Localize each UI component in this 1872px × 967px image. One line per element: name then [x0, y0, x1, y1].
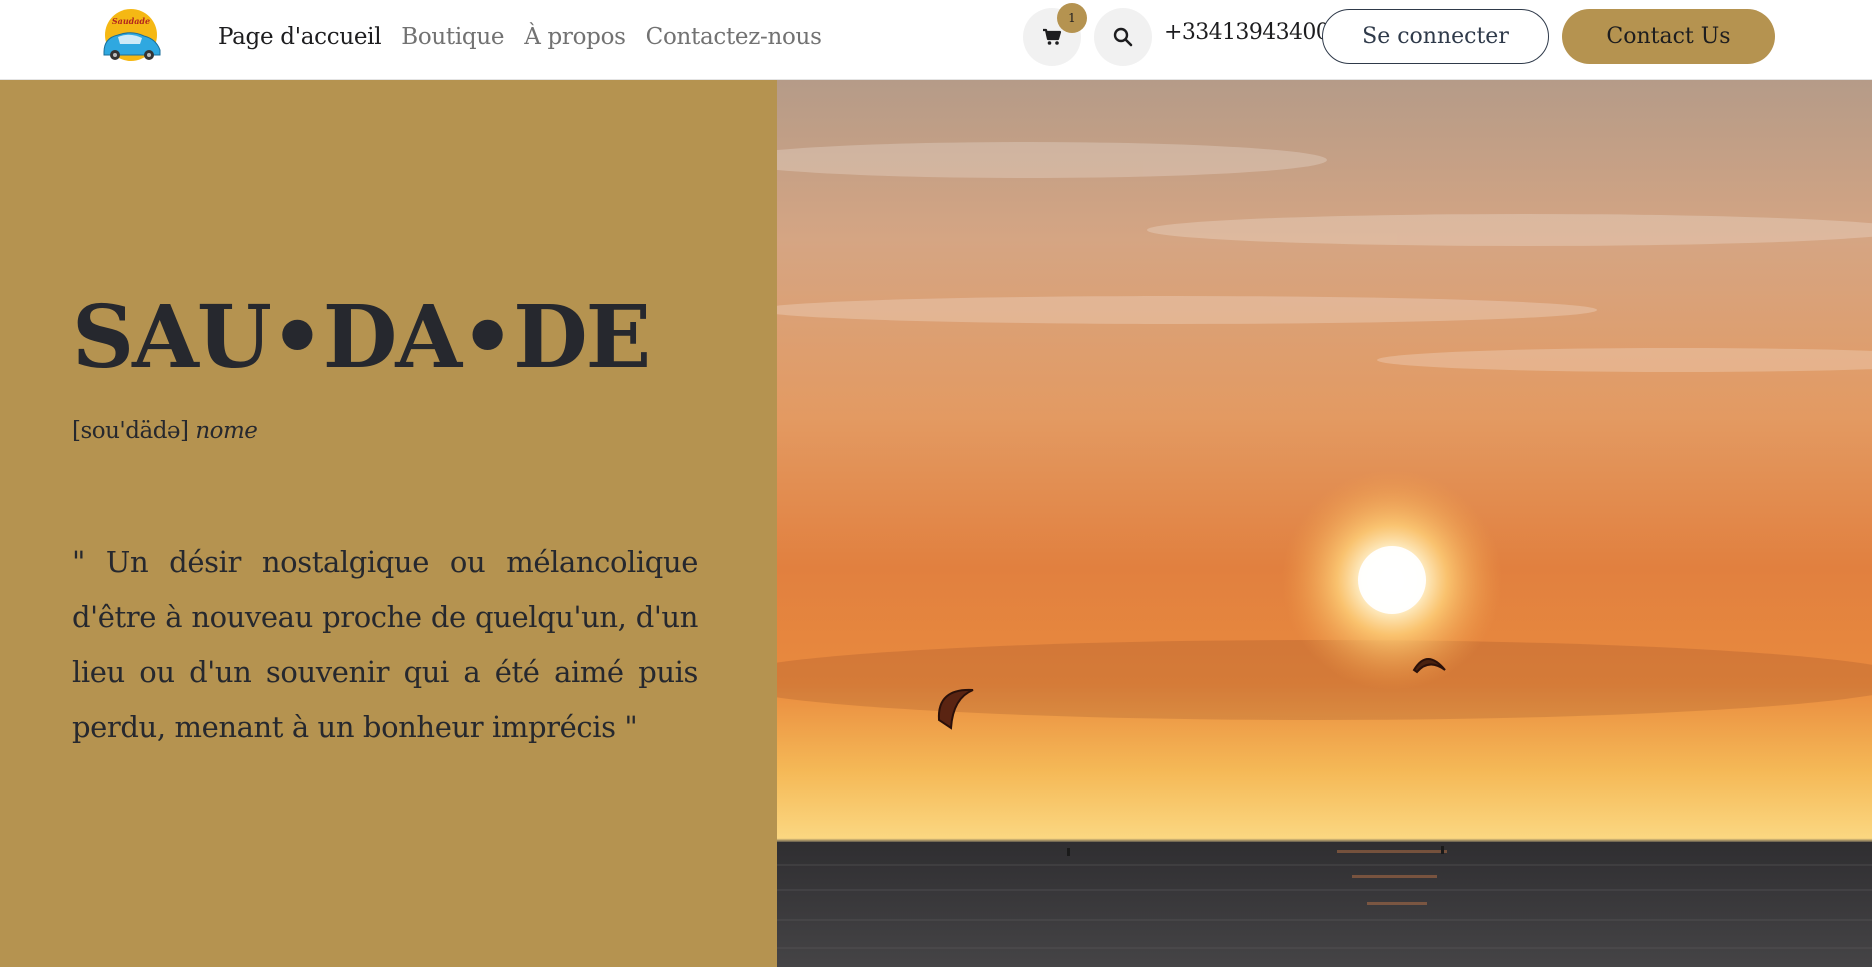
- pronunciation: [sou'dädə] nome: [72, 418, 258, 444]
- login-button[interactable]: Se connecter: [1322, 9, 1549, 64]
- hero-text-panel: SAU•DA•DE [sou'dädə] nome " Un désir nos…: [0, 80, 777, 967]
- main-nav: Page d'accueil Boutique À propos Contact…: [218, 0, 842, 74]
- cart-count-badge: 1: [1057, 3, 1087, 33]
- nav-home[interactable]: Page d'accueil: [218, 24, 382, 50]
- site-header: Saudade Page d'accueil Boutique À propos…: [0, 0, 1872, 80]
- contact-us-button[interactable]: Contact Us: [1562, 9, 1775, 64]
- search-button[interactable]: [1094, 8, 1152, 66]
- hero-image: [777, 80, 1872, 967]
- phone-link[interactable]: +33413943400: [1164, 20, 1330, 45]
- logo-icon: Saudade: [103, 9, 161, 61]
- hero-title: SAU•DA•DE: [72, 287, 651, 388]
- nav-contact[interactable]: Contactez-nous: [646, 24, 822, 50]
- svg-text:Saudade: Saudade: [112, 16, 150, 26]
- definition-quote: " Un désir nostalgique ou mélancolique d…: [72, 545, 698, 744]
- nav-shop[interactable]: Boutique: [401, 24, 504, 50]
- cart-icon: [1043, 28, 1062, 45]
- search-icon: [1113, 27, 1133, 47]
- saudade-logo[interactable]: Saudade: [98, 8, 166, 64]
- cart-button[interactable]: 1: [1023, 3, 1087, 66]
- nav-about[interactable]: À propos: [524, 24, 626, 50]
- word-type: nome: [195, 418, 258, 444]
- pronunciation-text: [sou'dädə]: [72, 418, 189, 444]
- sunset-kitesurf-photo: [777, 80, 1872, 967]
- page: Saudade Page d'accueil Boutique À propos…: [0, 0, 1872, 967]
